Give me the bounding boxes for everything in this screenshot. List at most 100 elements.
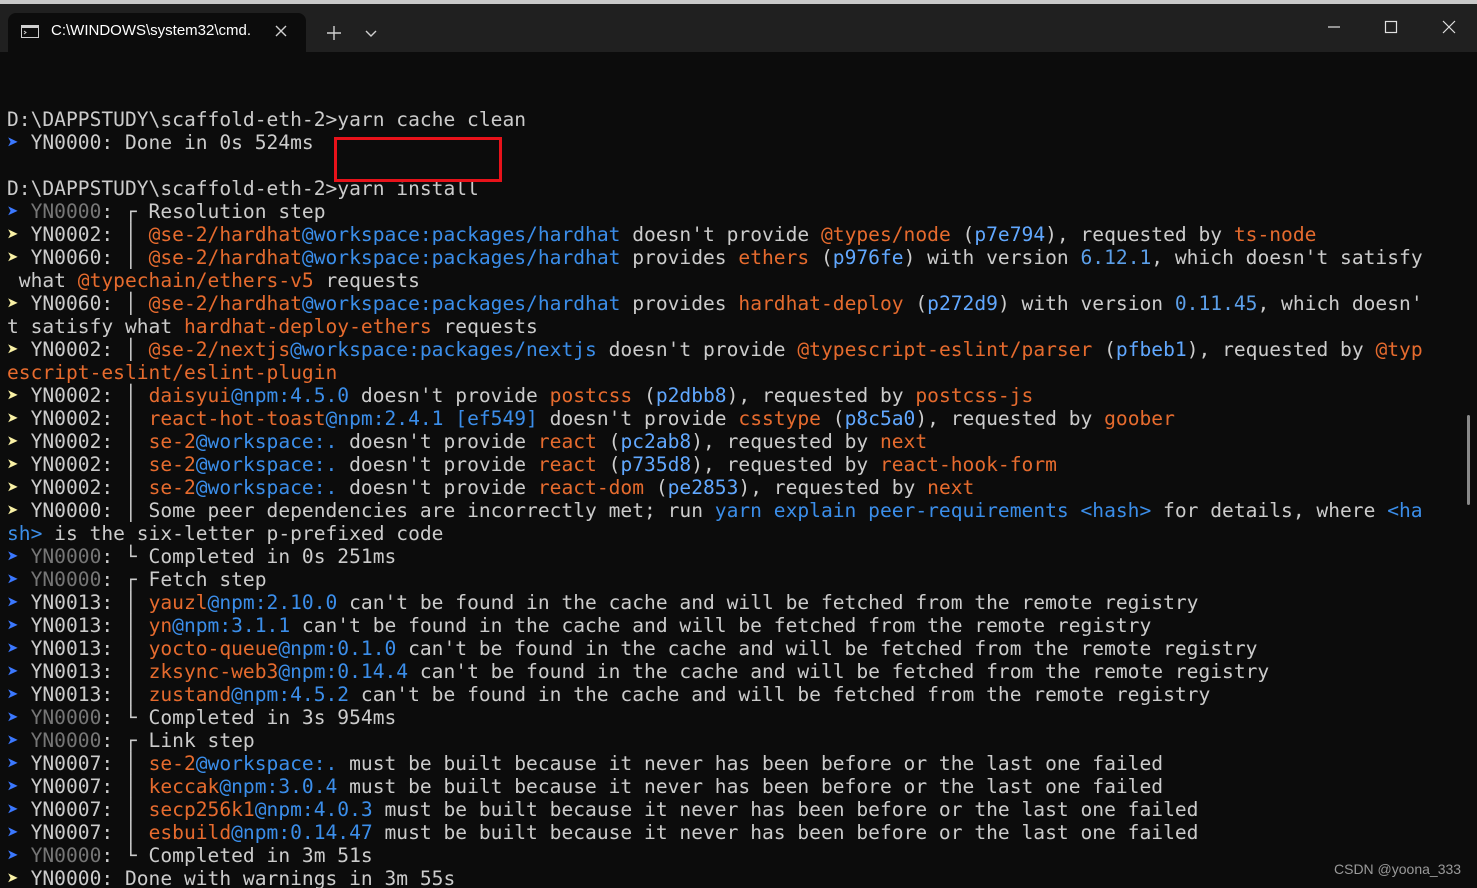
terminal-segment: @npm:3.1.1 — [172, 614, 291, 637]
terminal-segment: react — [537, 430, 597, 453]
terminal-segment: hardhat-deploy — [738, 292, 904, 315]
terminal-segment: postcss — [549, 384, 633, 407]
terminal-segment: @workspace:. — [195, 476, 338, 499]
terminal-segment: se-2 — [148, 752, 196, 775]
terminal-line: escript-eslint/eslint-plugin — [7, 361, 1423, 384]
terminal-segment: doesn't provide — [337, 453, 538, 476]
terminal-segment: : └ Completed in 0s 251ms — [101, 545, 397, 568]
minimize-icon[interactable] — [1314, 12, 1354, 42]
terminal-segment: YN0002 — [18, 407, 102, 430]
terminal-segment: ( — [644, 476, 668, 499]
terminal-segment: @npm:3.0.4 — [219, 775, 338, 798]
terminal-segment: @se-2/hardhat — [148, 246, 302, 269]
tab-cmd[interactable]: C:\WINDOWS\system32\cmd. — [8, 13, 306, 52]
terminal-segment: YN0060 — [18, 292, 102, 315]
terminal-segment: ➤ — [7, 246, 19, 269]
terminal-line: ➤ YN0000: └ Completed in 3s 954ms — [7, 706, 1423, 729]
terminal-line: ➤ YN0013: │ yauzl@npm:2.10.0 can't be fo… — [7, 591, 1423, 614]
terminal-segment: ) with version — [903, 246, 1081, 269]
terminal-segment: @npm:4.5.2 — [231, 683, 350, 706]
terminal-segment: doesn't provide — [349, 384, 550, 407]
terminal-line: what @typechain/ethers-v5 requests — [7, 269, 1423, 292]
terminal-line: t satisfy what hardhat-deploy-ethers req… — [7, 315, 1423, 338]
terminal-segment: ➤ — [7, 591, 19, 614]
terminal-segment: p735d8 — [620, 453, 692, 476]
terminal-segment: ( — [950, 223, 975, 246]
terminal-segment: zksync-web3 — [148, 660, 279, 683]
terminal-segment: D:\DAPPSTUDY\scaffold-eth-2>yarn cache c… — [7, 108, 527, 131]
terminal-segment: provides — [620, 292, 739, 315]
terminal-segment: ), requested by — [738, 476, 928, 499]
terminal-segment: ➤ — [7, 729, 19, 752]
terminal-segment: ), requested by — [1186, 338, 1376, 361]
terminal-segment: , which doesn' — [1257, 292, 1423, 315]
terminal-segment: YN0002 — [18, 476, 102, 499]
terminal-output[interactable]: D:\DAPPSTUDY\scaffold-eth-2>yarn cache c… — [0, 52, 1477, 888]
terminal-segment: @workspace:packages/hardhat — [301, 223, 621, 246]
terminal-line: D:\DAPPSTUDY\scaffold-eth-2>yarn cache c… — [7, 108, 1423, 131]
terminal-segment: postcss-js — [915, 384, 1034, 407]
terminal-segment: provides — [620, 246, 739, 269]
terminal-segment: YN0013 — [18, 591, 102, 614]
terminal-segment: @npm:0.1.0 — [278, 637, 397, 660]
terminal-icon — [21, 25, 39, 38]
terminal-segment: ), requested by — [726, 384, 916, 407]
terminal-segment: ➤ — [7, 844, 19, 867]
terminal-line: ➤ YN0000: └ Completed in 0s 251ms — [7, 545, 1423, 568]
terminal-segment: what — [7, 269, 78, 292]
scrollbar-thumb[interactable] — [1467, 415, 1470, 505]
terminal-line: ➤ YN0002: │ @se-2/nextjs@workspace:packa… — [7, 338, 1423, 361]
terminal-segment: ), requested by — [691, 430, 880, 453]
terminal-segment: ➤ — [7, 637, 19, 660]
terminal-line: ➤ YN0002: │ react-hot-toast@npm:2.4.1 [e… — [7, 407, 1423, 430]
terminal-segment: YN0007 — [18, 821, 102, 844]
terminal-segment: ➤ — [7, 706, 19, 729]
terminal-line: ➤ YN0000: ┌ Resolution step — [7, 200, 1423, 223]
terminal-segment: requests — [431, 315, 538, 338]
terminal-line: ➤ YN0060: │ @se-2/hardhat@workspace:pack… — [7, 292, 1423, 315]
terminal-segment: se-2 — [148, 430, 196, 453]
terminal-segment: hardhat-deploy-ethers — [183, 315, 432, 338]
chevron-down-icon[interactable] — [362, 27, 380, 41]
terminal-segment: : │ — [101, 223, 149, 246]
close-icon[interactable] — [274, 24, 288, 38]
terminal-segment: @se-2/nextjs — [148, 338, 291, 361]
terminal-segment: YN0007 — [18, 798, 102, 821]
terminal-segment: 0.11.45 — [1174, 292, 1258, 315]
terminal-line: D:\DAPPSTUDY\scaffold-eth-2>yarn install — [7, 177, 1423, 200]
terminal-line: ➤ YN0002: │ @se-2/hardhat@workspace:pack… — [7, 223, 1423, 246]
terminal-segment: YN0000 — [18, 499, 102, 522]
terminal-segment: ➤ — [7, 292, 19, 315]
terminal-segment: yn — [148, 614, 173, 637]
terminal-segment: : │ — [101, 683, 149, 706]
terminal-segment: : │ — [101, 407, 149, 430]
terminal-segment: must be built because it never has been … — [372, 821, 1199, 844]
terminal-segment: @workspace:. — [195, 430, 338, 453]
terminal-segment: t satisfy what — [7, 315, 184, 338]
terminal-segment: @typ — [1375, 338, 1423, 361]
terminal-segment: @npm:0.14.47 — [231, 821, 373, 844]
terminal-segment: se-2 — [148, 476, 196, 499]
terminal-segment: YN0007 — [18, 775, 102, 798]
terminal-segment: ( — [809, 246, 833, 269]
terminal-line: ➤ YN0000: ┌ Link step — [7, 729, 1423, 752]
terminal-segment: YN0000: Done in 0s 524ms — [18, 131, 314, 154]
terminal-segment: : │ — [101, 453, 149, 476]
terminal-segment: ) with version — [997, 292, 1175, 315]
terminal-segment: : │ — [101, 246, 149, 269]
terminal-segment: zustand — [148, 683, 232, 706]
terminal-line: sh> is the six-letter p-prefixed code — [7, 522, 1423, 545]
terminal-segment: doesn't provide — [337, 430, 538, 453]
maximize-icon[interactable] — [1371, 12, 1411, 42]
terminal-segment: : │ — [101, 430, 149, 453]
title-bar: C:\WINDOWS\system32\cmd. — [0, 4, 1477, 52]
terminal-segment: daisyui — [148, 384, 232, 407]
terminal-segment: doesn't provide — [596, 338, 798, 361]
terminal-segment: csstype — [738, 407, 821, 430]
plus-icon[interactable] — [324, 23, 344, 43]
terminal-segment: @workspace:. — [195, 453, 338, 476]
terminal-segment: YN0060 — [18, 246, 102, 269]
window-close-icon[interactable] — [1429, 12, 1469, 42]
terminal-segment: ➤ — [7, 223, 19, 246]
